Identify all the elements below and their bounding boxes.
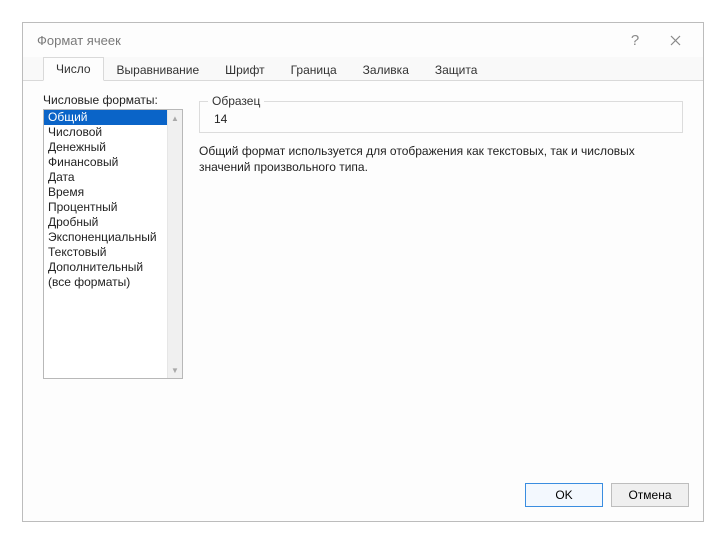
tab-alignment[interactable]: Выравнивание: [104, 58, 213, 81]
sample-value: 14: [210, 112, 674, 126]
tab-protection[interactable]: Защита: [422, 58, 491, 81]
dialog-title: Формат ячеек: [37, 33, 615, 48]
dialog-buttons: OK Отмена: [23, 473, 703, 521]
format-cells-dialog: Формат ячеек ? Число Выравнивание Шрифт …: [22, 22, 704, 522]
tab-number[interactable]: Число: [43, 57, 104, 81]
format-item-custom[interactable]: (все форматы): [44, 275, 167, 290]
scroll-down-icon[interactable]: ▼: [168, 362, 182, 378]
format-item-scientific[interactable]: Экспоненциальный: [44, 230, 167, 245]
details-column: Образец 14 Общий формат используется для…: [199, 93, 683, 469]
format-item-time[interactable]: Время: [44, 185, 167, 200]
close-icon[interactable]: [655, 26, 695, 54]
sample-group: Образец 14: [199, 101, 683, 133]
formats-label: Числовые форматы:: [43, 93, 183, 107]
titlebar: Формат ячеек ?: [23, 23, 703, 57]
tab-font[interactable]: Шрифт: [212, 58, 277, 81]
format-item-fraction[interactable]: Дробный: [44, 215, 167, 230]
help-icon[interactable]: ?: [615, 26, 655, 54]
format-item-accounting[interactable]: Финансовый: [44, 155, 167, 170]
tab-fill[interactable]: Заливка: [350, 58, 422, 81]
tab-border[interactable]: Граница: [278, 58, 350, 81]
format-item-text[interactable]: Текстовый: [44, 245, 167, 260]
tab-bar: Число Выравнивание Шрифт Граница Заливка…: [23, 57, 703, 81]
format-item-date[interactable]: Дата: [44, 170, 167, 185]
scroll-up-icon[interactable]: ▲: [168, 110, 182, 126]
formats-column: Числовые форматы: Общий Числовой Денежны…: [43, 93, 183, 469]
format-item-currency[interactable]: Денежный: [44, 140, 167, 155]
format-item-percentage[interactable]: Процентный: [44, 200, 167, 215]
format-item-special[interactable]: Дополнительный: [44, 260, 167, 275]
format-description: Общий формат используется для отображени…: [199, 143, 683, 175]
formats-listbox[interactable]: Общий Числовой Денежный Финансовый Дата …: [43, 109, 183, 379]
content-area: Числовые форматы: Общий Числовой Денежны…: [23, 81, 703, 473]
formats-scrollbar[interactable]: ▲ ▼: [167, 110, 182, 378]
ok-button[interactable]: OK: [525, 483, 603, 507]
cancel-button[interactable]: Отмена: [611, 483, 689, 507]
format-item-general[interactable]: Общий: [44, 110, 167, 125]
sample-label: Образец: [208, 94, 264, 108]
format-item-number[interactable]: Числовой: [44, 125, 167, 140]
